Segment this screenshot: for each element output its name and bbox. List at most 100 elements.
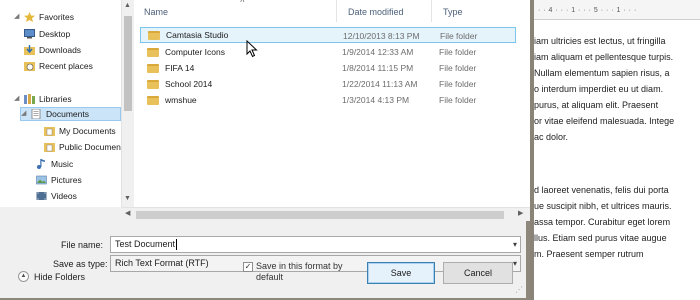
file-type: File folder — [439, 95, 477, 105]
column-header-name[interactable]: Name — [134, 0, 337, 22]
scroll-right-icon[interactable]: ▶ — [518, 209, 523, 217]
nav-label: Favorites — [39, 12, 74, 22]
list-item[interactable]: wmshue 1/3/2014 4:13 PM File folder — [140, 92, 516, 108]
nav-item-desktop[interactable]: Desktop — [24, 27, 70, 41]
file-type: File folder — [439, 63, 477, 73]
videos-icon — [36, 191, 47, 201]
navigation-pane: ◢ Favorites Desktop Downloads Recent pla… — [0, 0, 122, 207]
folder-icon — [148, 30, 160, 40]
save-as-dialog: ◢ Favorites Desktop Downloads Recent pla… — [0, 0, 530, 300]
file-list-hscrollbar[interactable]: ◀ ▶ — [122, 207, 530, 221]
cancel-button[interactable]: Cancel — [443, 262, 513, 284]
doc-line: Nullam elementum sapien risus, a — [534, 68, 670, 78]
doc-line: ac dolor. — [534, 132, 569, 142]
save-format-checkbox[interactable]: ✓ — [243, 262, 253, 272]
nav-item-music[interactable]: Music — [36, 157, 73, 171]
list-item[interactable]: FIFA 14 1/8/2014 11:15 PM File folder — [140, 60, 516, 76]
file-name: School 2014 — [165, 79, 213, 89]
documents-icon — [31, 108, 42, 120]
save-format-label: Save in this format by default — [256, 261, 356, 283]
save-as-type-value: Rich Text Format (RTF) — [115, 258, 209, 268]
text-cursor — [176, 239, 178, 251]
expand-arrow-icon[interactable]: ◢ — [14, 10, 21, 24]
nav-item-videos[interactable]: Videos — [36, 189, 77, 203]
pictures-icon — [36, 175, 47, 185]
nav-label: Music — [51, 159, 74, 169]
nav-item-favorites[interactable]: ◢ Favorites — [14, 10, 74, 24]
column-header-date-modified[interactable]: Date modified — [338, 0, 432, 22]
expand-arrow-icon[interactable]: ◢ — [21, 107, 28, 121]
file-name-value: Test Document — [115, 239, 176, 249]
save-format-label-line1: Save in this format by — [256, 261, 343, 271]
scroll-down-icon[interactable]: ▼ — [124, 195, 131, 202]
file-date: 1/8/2014 11:15 PM — [342, 63, 414, 73]
file-type: File folder — [439, 47, 477, 57]
star-icon — [24, 12, 35, 22]
file-type: File folder — [439, 79, 477, 89]
nav-item-my-documents[interactable]: My Documents — [44, 124, 116, 138]
doc-line: o interdum imperdiet eu ut diam. — [534, 84, 664, 94]
folder-icon — [147, 47, 159, 57]
save-format-label-line2: default — [256, 272, 284, 282]
save-button[interactable]: Save — [367, 262, 435, 284]
file-name: Computer Icons — [165, 47, 225, 57]
scroll-up-icon[interactable]: ▲ — [124, 2, 131, 9]
ruler: · · 4 · · · 1 · · · 5 · · · 1 · · · — [534, 0, 700, 20]
hscroll-thumb[interactable] — [136, 211, 504, 219]
file-type: File folder — [440, 31, 478, 41]
nav-scrollbar[interactable]: ▲ ▼ — [121, 0, 133, 207]
resize-grip-icon[interactable]: ⋰ — [515, 285, 523, 294]
downloads-icon — [24, 45, 35, 55]
nav-label: Desktop — [39, 29, 71, 39]
file-date: 12/10/2013 8:13 PM — [343, 31, 420, 41]
save-as-type-label: Save as type: — [53, 259, 108, 269]
nav-label: Downloads — [39, 45, 82, 55]
file-name: wmshue — [165, 95, 197, 105]
expand-arrow-icon[interactable]: ◢ — [14, 92, 21, 106]
doc-line: d laoreet venenatis, felis dui porta — [534, 185, 669, 195]
nav-item-libraries[interactable]: ◢ Libraries — [14, 92, 72, 106]
music-icon — [36, 159, 47, 169]
doc-line: or vitae eleifend malesuada. Intege — [534, 116, 675, 126]
nav-label: Documents — [46, 109, 89, 119]
file-name-input[interactable]: Test Document ▾ — [110, 236, 521, 253]
file-date: 1/3/2014 4:13 PM — [342, 95, 410, 105]
doc-line: iam aliquam et pellentesque turpis. — [534, 52, 674, 62]
nav-item-pictures[interactable]: Pictures — [36, 173, 82, 187]
mouse-pointer-icon — [246, 40, 258, 58]
file-name: Camtasia Studio — [166, 30, 229, 40]
doc-line: assa tempor. Curabitur eget lorem — [534, 217, 671, 227]
recent-places-icon — [24, 61, 35, 71]
nav-label: My Documents — [59, 126, 116, 136]
file-list: ˄ Name Date modified Type Camtasia Studi… — [134, 0, 530, 207]
folder-icon — [147, 95, 159, 105]
libraries-icon — [24, 94, 35, 104]
doc-line: m. Praesent semper rutrum — [534, 249, 644, 259]
hide-folders-button[interactable]: ▲ Hide Folders — [18, 271, 85, 282]
chevron-down-icon[interactable]: ▾ — [513, 237, 517, 252]
nav-item-documents[interactable]: ◢ Documents — [20, 107, 121, 121]
nav-label: Videos — [51, 191, 77, 201]
nav-item-recent-places[interactable]: Recent places — [24, 59, 93, 73]
folder-icon — [44, 126, 55, 136]
list-item[interactable]: Camtasia Studio 12/10/2013 8:13 PM File … — [140, 27, 516, 43]
nav-item-public-documents[interactable]: Public Documents — [44, 140, 122, 154]
chevron-up-icon: ▲ — [18, 271, 29, 282]
list-item[interactable]: School 2014 1/22/2014 11:13 AM File fold… — [140, 76, 516, 92]
folder-icon — [147, 79, 159, 89]
doc-line: iam ultricies est lectus, ut fringilla — [534, 36, 666, 46]
folder-icon — [44, 142, 55, 152]
nav-item-downloads[interactable]: Downloads — [24, 43, 81, 57]
nav-label: Public Documents — [59, 142, 122, 152]
file-date: 1/22/2014 11:13 AM — [342, 79, 418, 89]
scroll-left-icon[interactable]: ◀ — [125, 209, 130, 217]
file-name: FIFA 14 — [165, 63, 195, 73]
column-header-type[interactable]: Type — [433, 0, 513, 22]
background-document: · · 4 · · · 1 · · · 5 · · · 1 · · · iam … — [534, 0, 700, 300]
chevron-down-icon[interactable]: ▾ — [513, 256, 517, 271]
desktop-icon — [24, 29, 35, 39]
nav-scroll-thumb[interactable] — [124, 16, 132, 111]
list-item[interactable]: Computer Icons 1/9/2014 12:33 AM File fo… — [140, 44, 516, 60]
nav-label: Pictures — [51, 175, 82, 185]
nav-label: Libraries — [39, 94, 72, 104]
